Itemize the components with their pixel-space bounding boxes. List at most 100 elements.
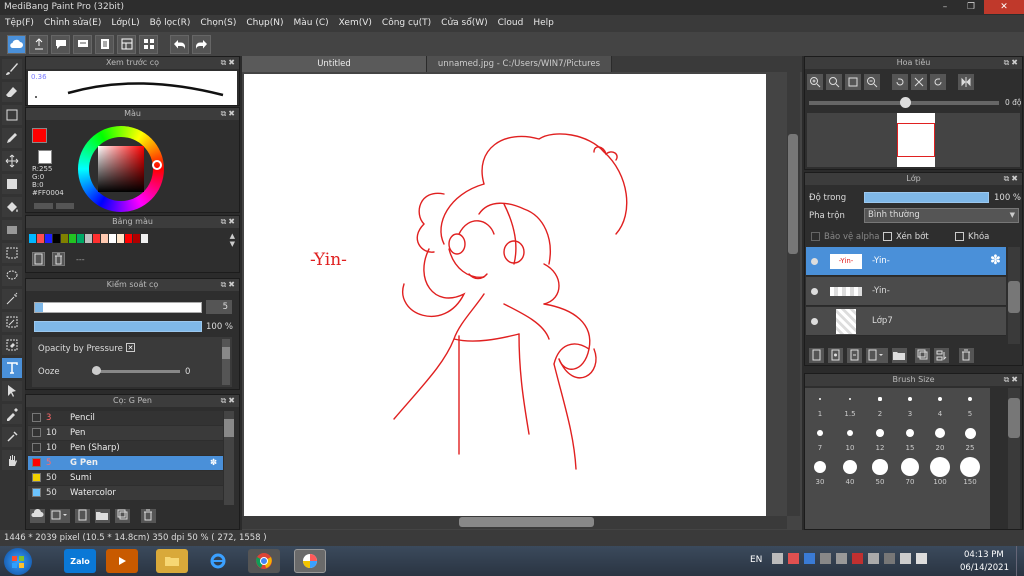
canvas-hscroll[interactable] [242, 516, 787, 529]
flip-button[interactable] [958, 74, 974, 90]
layer-visibility-icon[interactable] [811, 288, 818, 295]
brush-size-option[interactable]: 40 [835, 456, 865, 490]
brush-list-item[interactable]: 50 Watercolor [28, 486, 223, 500]
menu-select[interactable]: Chọn(S) [195, 15, 241, 32]
menu-view[interactable]: Xem(V) [334, 15, 377, 32]
brush-size-option[interactable]: 15 [895, 422, 925, 456]
zoom-in-alt-button[interactable] [826, 74, 842, 90]
menu-snap[interactable]: Chụp(N) [241, 15, 288, 32]
layer-folder-button[interactable] [892, 348, 907, 363]
clipping-checkbox[interactable] [883, 232, 892, 241]
layer-visibility-icon[interactable] [811, 258, 818, 265]
panel-controls[interactable]: ⧉✖ [221, 395, 237, 407]
taskbar-medibang[interactable] [294, 549, 326, 573]
lasso-tool[interactable] [2, 266, 22, 286]
brush-size-option[interactable]: 5 [955, 388, 985, 422]
protect-alpha-checkbox[interactable] [811, 232, 820, 241]
rotate-right-button[interactable] [930, 74, 946, 90]
panel-controls[interactable]: ⧉✖ [1004, 374, 1020, 386]
saturation-value-square[interactable] [98, 146, 144, 192]
dropper-tool[interactable] [2, 427, 22, 447]
ooze-slider[interactable] [92, 370, 180, 373]
bucket-tool[interactable] [2, 197, 22, 217]
brush-settings-button[interactable] [75, 509, 90, 523]
clock-time[interactable]: 04:13 PM [964, 550, 1004, 560]
bluetooth-icon[interactable] [804, 553, 815, 564]
rotate-left-button[interactable] [892, 74, 908, 90]
duplicate-layer-button[interactable] [915, 348, 930, 363]
brush-size-scrollbar[interactable] [1008, 388, 1020, 529]
select-tool[interactable] [2, 243, 22, 263]
brush-list-item[interactable]: 10 Pen [28, 426, 223, 440]
new-layer-button[interactable] [809, 348, 824, 363]
merge-layer-button[interactable] [934, 348, 949, 363]
brush-list-item[interactable]: 5 G Pen ✽ [28, 456, 223, 470]
taskbar-zalo[interactable]: Zalo [64, 549, 96, 573]
palette-swatch[interactable] [125, 234, 132, 243]
brush-tool[interactable] [2, 59, 22, 79]
gear-icon[interactable]: ✽ [210, 456, 217, 470]
new-halftone-layer-button[interactable] [828, 348, 843, 363]
brush-size-option[interactable]: 7 [805, 422, 835, 456]
layer-visibility-icon[interactable] [811, 318, 818, 325]
layer-row-1[interactable]: -Yin- -Yin- ✽ [806, 247, 1006, 276]
ooze-slider-thumb[interactable] [92, 366, 101, 375]
layer-menu-button[interactable] [866, 348, 888, 363]
panel-layout-button[interactable] [117, 34, 136, 54]
tray-icon-2[interactable] [788, 553, 799, 564]
operation-tool[interactable] [2, 381, 22, 401]
menu-help[interactable]: Help [528, 15, 559, 32]
grid-button[interactable] [139, 34, 158, 54]
lock-checkbox[interactable] [955, 232, 964, 241]
layer-blend-select[interactable]: Bình thường ▼ [864, 208, 1019, 223]
brush-size-option[interactable]: 100 [925, 456, 955, 490]
reset-rotation-button[interactable] [911, 74, 927, 90]
panel-controls[interactable]: ⧉✖ [221, 216, 237, 228]
taskbar-chrome[interactable] [248, 549, 280, 573]
gear-icon[interactable]: ✽ [990, 253, 1001, 268]
comment-button[interactable] [51, 34, 70, 54]
undo-button[interactable] [170, 34, 189, 54]
brush-list-item[interactable]: 3 Pencil [28, 411, 223, 425]
magic-wand-tool[interactable] [2, 289, 22, 309]
brush-size-option[interactable]: 12 [865, 422, 895, 456]
dot-tool[interactable] [2, 128, 22, 148]
new-8bit-layer-button[interactable] [847, 348, 862, 363]
menu-file[interactable]: Tệp(F) [0, 15, 39, 32]
palette-swatch[interactable] [61, 234, 68, 243]
color-mini-buttons[interactable] [34, 203, 74, 209]
zoom-in-button[interactable] [807, 74, 823, 90]
tray-icon-1[interactable] [772, 553, 783, 564]
palette-swatch[interactable] [85, 234, 92, 243]
menu-tools[interactable]: Công cụ(T) [377, 15, 436, 32]
cloud-button[interactable] [7, 34, 26, 54]
navigator-slider-thumb[interactable] [900, 97, 911, 108]
canvas-vscroll-thumb[interactable] [788, 134, 798, 254]
secondary-color-swatch[interactable] [38, 150, 52, 164]
menu-layer[interactable]: Lớp(L) [106, 15, 144, 32]
brush-list-item[interactable]: 50 Sumi [28, 471, 223, 485]
palette-swatch[interactable] [141, 234, 148, 243]
rectangle-tool[interactable] [2, 105, 22, 125]
tab-unnamed-jpg[interactable]: unnamed.jpg - C:/Users/WIN7/Pictures [427, 56, 612, 72]
volume-icon[interactable] [916, 553, 927, 564]
brush-size-slider[interactable] [34, 302, 202, 313]
brush-size-option[interactable]: 3 [895, 388, 925, 422]
palette-swatch[interactable] [117, 234, 124, 243]
zoom-out-button[interactable] [864, 74, 880, 90]
panel-controls[interactable]: ⧉✖ [221, 57, 237, 69]
menu-color[interactable]: Màu (C) [289, 15, 334, 32]
tray-icon-6[interactable] [852, 553, 863, 564]
fill-rect-tool[interactable] [2, 174, 22, 194]
opacity-pressure-checkbox[interactable]: ✕ [126, 343, 135, 352]
clock-date[interactable]: 06/14/2021 [960, 563, 1009, 573]
layer-opacity-slider[interactable] [864, 192, 989, 203]
brush-size-option[interactable]: 50 [865, 456, 895, 490]
eyedropper-tool[interactable] [2, 404, 22, 424]
menu-cloud[interactable]: Cloud [493, 15, 529, 32]
palette-swatch[interactable] [101, 234, 108, 243]
layer-row-3[interactable]: Lớp7 [806, 307, 1006, 336]
gradient-tool[interactable] [2, 220, 22, 240]
brush-size-option[interactable]: 25 [955, 422, 985, 456]
tray-icon-5[interactable] [836, 553, 847, 564]
